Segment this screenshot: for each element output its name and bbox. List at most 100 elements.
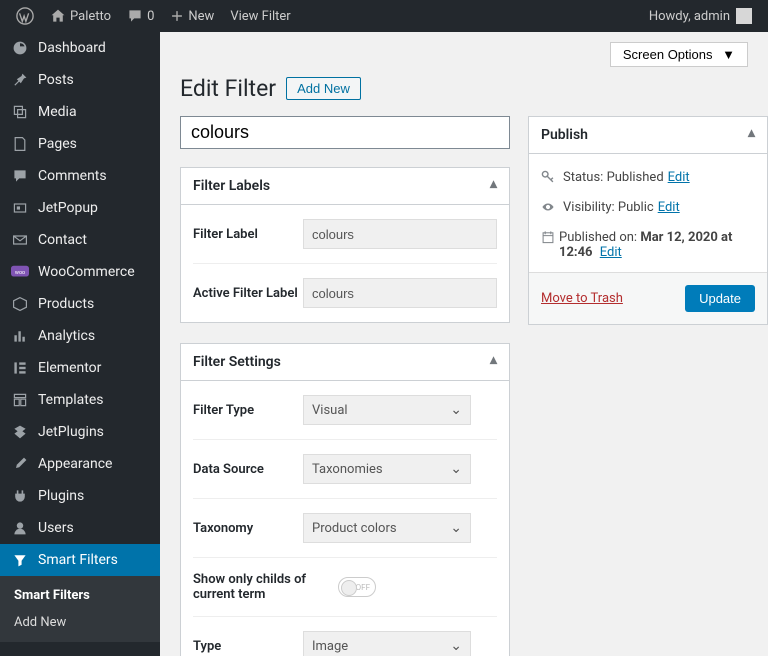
comments-link[interactable]: 0: [119, 8, 162, 24]
view-filter-link[interactable]: View Filter: [222, 9, 298, 24]
sidebar-item-comments[interactable]: Comments: [0, 160, 160, 192]
taxonomy-select[interactable]: Product colors ⌄: [303, 513, 471, 543]
sidebar-item-smart-filters[interactable]: Smart Filters: [0, 544, 160, 576]
collapse-icon: ▴: [748, 125, 755, 141]
new-content-link[interactable]: New: [162, 9, 222, 24]
sidebar-item-products[interactable]: Products: [0, 288, 160, 320]
wp-logo[interactable]: [8, 7, 42, 25]
elementor-icon: [10, 360, 30, 376]
sidebar-item-plugins[interactable]: Plugins: [0, 480, 160, 512]
side-column: Publish ▴ Status: Published Edit: [528, 116, 768, 656]
publish-title: Publish: [541, 127, 588, 143]
comments-count: 0: [147, 9, 154, 24]
sidebar-item-appearance[interactable]: Appearance: [0, 448, 160, 480]
publish-postbox: Publish ▴ Status: Published Edit: [528, 116, 768, 325]
filter-type-value: Visual: [312, 403, 348, 418]
page-title: Edit Filter: [180, 75, 276, 102]
publish-header[interactable]: Publish ▴: [529, 117, 767, 154]
published-on-row: Published on: Mar 12, 2020 at 12:46 Edit: [541, 224, 755, 266]
sidebar-item-label: Posts: [38, 72, 74, 88]
sidebar-item-contact[interactable]: Contact: [0, 224, 160, 256]
eye-icon: [541, 200, 563, 218]
sidebar-item-label: JetPlugins: [38, 424, 104, 440]
comment-icon: [10, 168, 30, 184]
visibility-label: Visibility:: [563, 200, 615, 215]
filter-labels-header[interactable]: Filter Labels ▴: [181, 168, 509, 205]
sidebar-item-label: Users: [38, 520, 74, 536]
templates-icon: [10, 392, 30, 408]
sidebar-item-dashboard[interactable]: Dashboard: [0, 32, 160, 64]
submenu-smart-filters[interactable]: Smart Filters: [0, 582, 160, 609]
sidebar-item-pages[interactable]: Pages: [0, 128, 160, 160]
sidebar-item-media[interactable]: Media: [0, 96, 160, 128]
sidebar-item-label: JetPopup: [38, 200, 98, 216]
sidebar-item-label: Products: [38, 296, 94, 312]
woo-icon: woo: [10, 265, 30, 279]
collapse-icon: ▴: [490, 352, 497, 368]
jet-icon: [10, 424, 30, 440]
popup-icon: [10, 200, 30, 216]
add-new-button[interactable]: Add New: [286, 77, 361, 100]
chevron-down-icon: ⌄: [450, 638, 462, 654]
filter-labels-title: Filter Labels: [193, 178, 270, 194]
view-label: View Filter: [230, 9, 290, 24]
published-label: Published on:: [559, 230, 637, 245]
screen-options-toggle[interactable]: Screen Options ▼: [610, 42, 748, 67]
sidebar-item-label: Analytics: [38, 328, 95, 344]
status-label: Status:: [563, 170, 603, 185]
site-name-link[interactable]: Paletto: [42, 8, 119, 24]
dashboard-icon: [10, 40, 30, 56]
data-source-select[interactable]: Taxonomies ⌄: [303, 454, 471, 484]
filter-type-select[interactable]: Visual ⌄: [303, 395, 471, 425]
chevron-down-icon: ⌄: [450, 520, 462, 536]
type-select[interactable]: Image ⌄: [303, 631, 471, 656]
filter-settings-header[interactable]: Filter Settings ▴: [181, 344, 509, 381]
submenu-add-new[interactable]: Add New: [0, 609, 160, 636]
new-label: New: [188, 9, 214, 24]
active-filter-label-input[interactable]: [303, 278, 497, 308]
chevron-down-icon: ⌄: [450, 461, 462, 477]
sidebar-item-posts[interactable]: Posts: [0, 64, 160, 96]
mail-icon: [10, 232, 30, 248]
sidebar-item-elementor[interactable]: Elementor: [0, 352, 160, 384]
filter-labels-postbox: Filter Labels ▴ Filter Label Active Filt…: [180, 167, 510, 323]
sidebar-item-label: Appearance: [38, 456, 112, 472]
edit-visibility-link[interactable]: Edit: [658, 200, 680, 215]
filter-label-input[interactable]: [303, 219, 497, 249]
sidebar-item-users[interactable]: Users: [0, 512, 160, 544]
edit-status-link[interactable]: Edit: [668, 170, 690, 185]
edit-date-link[interactable]: Edit: [600, 245, 622, 260]
admin-sidebar: Dashboard Posts Media Pages Comments Jet…: [0, 32, 160, 656]
admin-toolbar: Paletto 0 New View Filter Howdy, admin: [0, 0, 768, 32]
sidebar-item-label: Comments: [38, 168, 107, 184]
sidebar-item-templates[interactable]: Templates: [0, 384, 160, 416]
sidebar-item-jetplugins[interactable]: JetPlugins: [0, 416, 160, 448]
content-area: Screen Options ▼ Edit Filter Add New Fil…: [160, 32, 768, 656]
account-link[interactable]: Howdy, admin: [641, 8, 760, 24]
status-value: Published: [607, 170, 664, 185]
active-filter-label-label: Active Filter Label: [193, 286, 303, 301]
sidebar-item-label: Contact: [38, 232, 87, 248]
filter-settings-postbox: Filter Settings ▴ Filter Type Visual ⌄ D…: [180, 343, 510, 656]
howdy-text: Howdy, admin: [649, 9, 730, 24]
products-icon: [10, 296, 30, 312]
data-source-value: Taxonomies: [312, 462, 383, 477]
sidebar-item-woocommerce[interactable]: wooWooCommerce: [0, 256, 160, 288]
sidebar-item-label: Templates: [38, 392, 104, 408]
filter-settings-title: Filter Settings: [193, 354, 281, 370]
move-to-trash-link[interactable]: Move to Trash: [541, 291, 623, 306]
sidebar-item-label: Elementor: [38, 360, 101, 376]
site-name-text: Paletto: [70, 9, 111, 24]
chevron-down-icon: ▼: [722, 47, 735, 62]
filter-icon: [10, 552, 30, 568]
plug-icon: [10, 488, 30, 504]
post-title-input[interactable]: [180, 116, 510, 149]
sidebar-item-label: Dashboard: [38, 40, 106, 56]
type-value: Image: [312, 639, 348, 654]
collapse-icon: ▴: [490, 176, 497, 192]
update-button[interactable]: Update: [685, 285, 755, 312]
show-childs-toggle[interactable]: OFF: [338, 577, 376, 597]
sidebar-item-analytics[interactable]: Analytics: [0, 320, 160, 352]
calendar-icon: [541, 230, 559, 248]
sidebar-item-jetpopup[interactable]: JetPopup: [0, 192, 160, 224]
